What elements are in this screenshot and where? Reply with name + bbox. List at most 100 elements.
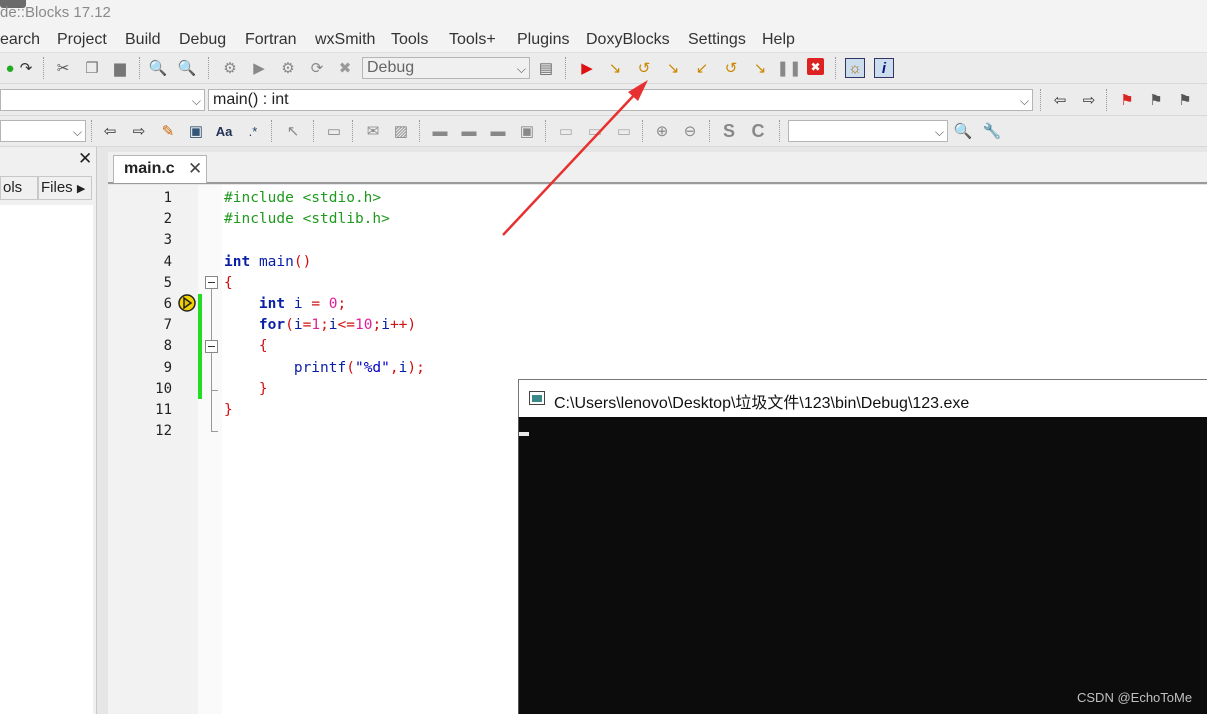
rectangle-icon[interactable]: ▭ <box>324 121 344 141</box>
forward-arrow-icon[interactable]: ⇨ <box>129 121 149 141</box>
panel-body <box>0 205 93 714</box>
symbol-search-select[interactable]: ⌵ <box>788 120 948 142</box>
close-icon[interactable]: ✕ <box>78 149 92 169</box>
search-scope-select[interactable]: ⌵ <box>0 120 86 142</box>
next-line-icon[interactable]: ↺ <box>634 58 654 78</box>
info-icon[interactable]: i <box>874 58 894 78</box>
console-title-bar[interactable]: C:\Users\lenovo\Desktop\垃圾文件\123\bin\Deb… <box>518 379 1207 417</box>
selected-text-icon[interactable]: ▣ <box>186 121 206 141</box>
block-2-icon[interactable]: ▬ <box>459 121 479 141</box>
fold-toggle-main[interactable] <box>205 276 218 289</box>
frame-2-icon[interactable]: ▭ <box>585 121 605 141</box>
line-number: 12 <box>155 423 172 439</box>
menu-doxyblocks[interactable]: DoxyBlocks <box>586 31 670 49</box>
abort-icon[interactable]: ✖ <box>335 58 355 78</box>
line-number: 6 <box>163 296 172 312</box>
run-icon[interactable]: ▶ <box>249 58 269 78</box>
scope-select[interactable]: ⌵ <box>0 89 205 111</box>
stop-debugger-icon[interactable]: ✖ <box>807 58 824 75</box>
build-gear-icon[interactable]: ⚙ <box>220 58 240 78</box>
build-run-icon[interactable]: ⚙ <box>278 58 298 78</box>
code-line: printf("%d",i); <box>293 360 425 376</box>
pause-icon[interactable]: ❚❚ <box>776 58 801 78</box>
line-number: 3 <box>163 232 172 248</box>
rebuild-icon[interactable]: ⟳ <box>307 58 327 78</box>
back-arrow-icon[interactable]: ⇦ <box>100 121 120 141</box>
debug-start-icon[interactable]: ▶ <box>577 58 597 78</box>
code-line: { <box>258 338 268 354</box>
menu-project[interactable]: Project <box>57 31 107 49</box>
menu-plugins[interactable]: Plugins <box>517 31 569 49</box>
function-select[interactable]: main() : int ⌵ <box>208 89 1033 111</box>
cut-icon[interactable]: ✂ <box>53 58 73 78</box>
back-arrow-icon[interactable]: ⇦ <box>1050 90 1070 110</box>
step-into-icon[interactable]: ↘ <box>663 58 683 78</box>
match-case-icon[interactable]: Aa <box>214 121 234 141</box>
bookmark-flag-icon[interactable]: ⚑ <box>1117 90 1137 110</box>
paste-icon[interactable]: ▆ <box>110 58 130 78</box>
block-3-icon[interactable]: ▬ <box>488 121 508 141</box>
console-title: C:\Users\lenovo\Desktop\垃圾文件\123\bin\Deb… <box>554 395 970 412</box>
menu-bar: earch Project Build Debug Fortran wxSmit… <box>0 28 1207 53</box>
console-cursor <box>519 432 529 436</box>
line-number: 5 <box>163 275 172 291</box>
c-icon[interactable]: C <box>748 121 768 141</box>
editor-tab-strip <box>108 152 1207 184</box>
replace-icon[interactable]: 🔍 <box>177 58 197 78</box>
menu-build[interactable]: Build <box>125 31 161 49</box>
menu-fortran[interactable]: Fortran <box>245 31 297 49</box>
tab-files[interactable]: Files ▶ <box>38 176 92 200</box>
highlight-icon[interactable]: ✎ <box>158 121 178 141</box>
close-icon[interactable]: ✕ <box>188 159 202 179</box>
copy-icon[interactable]: ❐ <box>82 58 102 78</box>
s-icon[interactable]: S <box>719 121 739 141</box>
menu-wxsmith[interactable]: wxSmith <box>315 31 375 49</box>
run-to-cursor-icon[interactable]: ↘ <box>605 58 625 78</box>
menu-help[interactable]: Help <box>762 31 795 49</box>
envelope-icon[interactable]: ✉ <box>363 121 383 141</box>
step-into-instruction-icon[interactable]: ↘ <box>750 58 770 78</box>
pointer-icon[interactable]: ↖ <box>283 121 303 141</box>
redo-icon[interactable]: ↷ <box>16 58 36 78</box>
chevron-down-icon: ⌵ <box>72 125 82 139</box>
chevron-right-icon: ▶ <box>76 183 86 195</box>
chevron-down-icon: ⌵ <box>1019 94 1029 108</box>
line-number: 4 <box>163 254 172 270</box>
menu-tools-plus[interactable]: Tools+ <box>449 31 496 49</box>
menu-tools[interactable]: Tools <box>391 31 428 49</box>
line-number: 8 <box>163 338 172 354</box>
block-4-icon[interactable]: ▣ <box>517 121 537 141</box>
forward-arrow-icon[interactable]: ⇨ <box>1079 90 1099 110</box>
prev-bookmark-icon[interactable]: ⚑ <box>1146 90 1166 110</box>
edit-box-icon[interactable]: ▨ <box>391 121 411 141</box>
regex-icon[interactable]: .* <box>243 121 263 141</box>
line-number: 7 <box>163 317 172 333</box>
main-toolbar: ● ↷ ✂ ❐ ▆ 🔍 🔍 ⚙ ▶ ⚙ ⟳ ✖ Debug ⌵ ▤ ▶ ↘ ↺ … <box>0 53 1207 84</box>
settings-wrench-icon[interactable]: 🔧 <box>982 121 1002 141</box>
zoom-out-icon[interactable]: ⊖ <box>680 121 700 141</box>
line-number: 2 <box>163 211 172 227</box>
step-out-icon[interactable]: ↙ <box>692 58 712 78</box>
block-1-icon[interactable]: ▬ <box>430 121 450 141</box>
next-bookmark-icon[interactable]: ⚑ <box>1175 90 1195 110</box>
debug-current-line-icon <box>178 294 196 312</box>
tab-symbols[interactable]: ols <box>0 176 38 200</box>
build-target-select[interactable]: Debug ⌵ <box>362 57 530 79</box>
find-icon[interactable]: 🔍 <box>148 58 168 78</box>
menu-debug[interactable]: Debug <box>179 31 226 49</box>
fold-margin <box>198 185 222 714</box>
debug-windows-icon[interactable]: ☼ <box>845 58 865 78</box>
chevron-down-icon: ⌵ <box>191 94 201 108</box>
tab-main-c[interactable]: main.c ✕ <box>113 155 207 183</box>
next-instruction-icon[interactable]: ↺ <box>721 58 741 78</box>
frame-1-icon[interactable]: ▭ <box>556 121 576 141</box>
console-window[interactable] <box>518 379 1207 714</box>
zoom-in-icon[interactable]: ⊕ <box>652 121 672 141</box>
target-options-icon[interactable]: ▤ <box>536 58 556 78</box>
menu-settings[interactable]: Settings <box>688 31 746 49</box>
frame-3-icon[interactable]: ▭ <box>614 121 634 141</box>
menu-search[interactable]: earch <box>0 31 40 49</box>
code-line: #include <stdlib.h> <box>224 211 390 227</box>
fold-toggle-for[interactable] <box>205 340 218 353</box>
search-icon[interactable]: 🔍 <box>953 121 973 141</box>
